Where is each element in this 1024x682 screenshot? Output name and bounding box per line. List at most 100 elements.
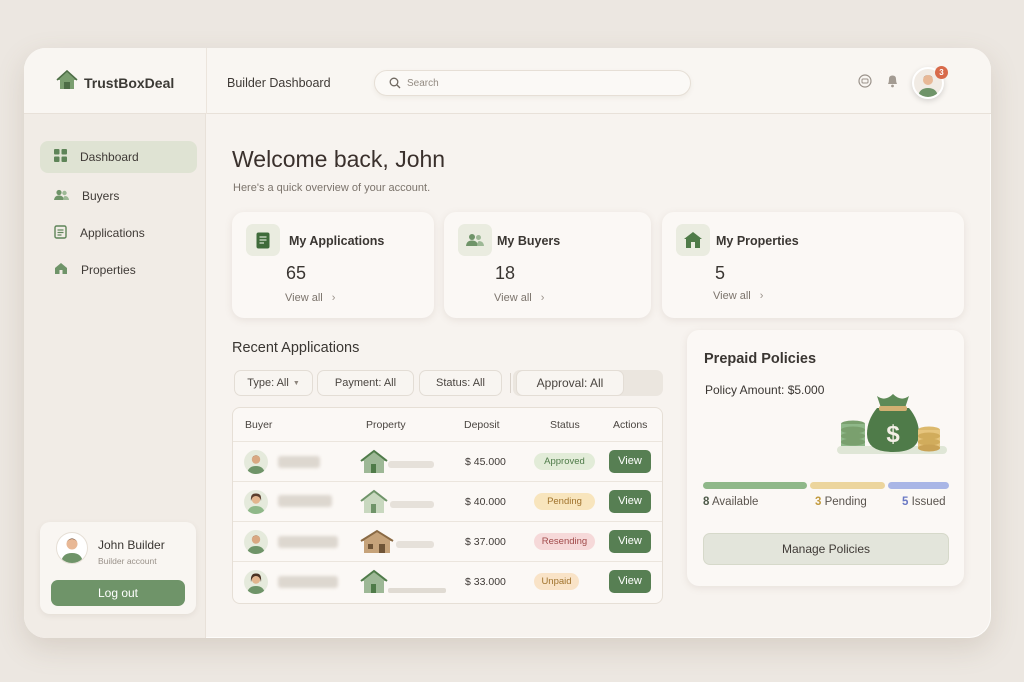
page-title: Builder Dashboard	[227, 76, 331, 90]
users-icon	[54, 189, 69, 204]
table-row[interactable]: $ 37.000 Resending View	[233, 521, 662, 561]
prepaid-policies-card: Prepaid Policies Policy Amount: $5.000 $	[687, 330, 964, 586]
available-bar	[703, 482, 807, 489]
filter-type[interactable]: Type: All ▼	[234, 370, 313, 396]
search-icon	[389, 76, 401, 94]
bell-icon[interactable]	[886, 74, 899, 93]
search-input[interactable]	[407, 75, 677, 91]
issued-bar	[888, 482, 949, 489]
user-role: Builder account	[98, 556, 157, 566]
filter-status[interactable]: Status: All	[419, 370, 502, 396]
policy-amount: Policy Amount: $5.000	[705, 383, 825, 397]
manage-policies-button[interactable]: Manage Policies	[703, 533, 949, 565]
buyer-name-redacted	[278, 456, 320, 468]
property-house-icon	[360, 489, 440, 520]
column-header-actions[interactable]: Actions	[613, 419, 647, 431]
stat-value: 5	[715, 263, 726, 283]
sidebar-item-label: Dashboard	[80, 150, 139, 164]
sidebar-item-label: Properties	[81, 263, 136, 277]
message-icon[interactable]	[858, 74, 872, 93]
column-header-status[interactable]: Status	[550, 419, 580, 431]
deposit-value: $ 33.000	[465, 576, 506, 588]
column-header-property[interactable]: Property	[366, 419, 406, 431]
table-row[interactable]: $ 33.000 Unpaid View	[233, 561, 662, 601]
avatar	[56, 532, 88, 564]
user-card: John Builder Builder account Log out	[40, 522, 196, 614]
buyer-name-redacted	[278, 576, 338, 588]
stat-card-applications[interactable]: My Applications 65 View all ›	[232, 212, 434, 318]
column-header-deposit[interactable]: Deposit	[464, 419, 500, 431]
property-house-icon	[360, 449, 440, 480]
sidebar-item-properties[interactable]: Properties	[40, 254, 197, 286]
view-button[interactable]: View	[609, 530, 651, 553]
sidebar-item-label: Buyers	[82, 189, 120, 203]
column-header-buyer[interactable]: Buyer	[245, 419, 272, 431]
buyer-avatar	[244, 570, 268, 594]
welcome-subtitle: Here's a quick overview of your account.	[233, 182, 431, 194]
sidebar-item-label: Applications	[80, 226, 145, 240]
status-badge: Unpaid	[534, 573, 579, 590]
pending-bar	[810, 482, 885, 489]
stat-label: My Buyers	[497, 234, 561, 248]
property-house-icon	[360, 569, 450, 600]
stat-value: 65	[286, 263, 307, 283]
deposit-value: $ 45.000	[465, 456, 506, 468]
buyer-name-redacted	[278, 536, 338, 548]
logo[interactable]: TrustBoxDeal	[56, 69, 175, 95]
app-window: TrustBoxDeal Builder Dashboard 3 Dashboa…	[24, 48, 991, 638]
issued-count: 5 Issued	[902, 496, 946, 508]
pending-count: 3 Pending	[815, 496, 867, 508]
logo-house-icon	[56, 69, 78, 95]
grid-icon	[54, 149, 67, 165]
notification-badge: 3	[935, 66, 948, 79]
user-name: John Builder	[98, 538, 165, 552]
buyer-avatar	[244, 490, 268, 514]
deposit-value: $ 37.000	[465, 536, 506, 548]
filter-approval[interactable]: Approval: All	[516, 370, 624, 396]
view-button[interactable]: View	[609, 570, 651, 593]
divider	[510, 373, 511, 393]
view-all-link[interactable]: View all ›	[494, 292, 544, 304]
stat-value: 18	[495, 263, 516, 283]
view-all-link[interactable]: View all ›	[285, 292, 335, 304]
property-house-icon	[360, 529, 440, 560]
status-badge: Approved	[534, 453, 595, 470]
clipboard-icon	[246, 224, 280, 256]
stat-card-buyers[interactable]: My Buyers 18 View all ›	[444, 212, 651, 318]
view-button[interactable]: View	[609, 450, 651, 473]
svg-text:$: $	[886, 421, 900, 448]
chevron-right-icon: ›	[759, 290, 764, 302]
status-badge: Pending	[534, 493, 595, 510]
top-bar: TrustBoxDeal Builder Dashboard 3	[24, 48, 991, 114]
buyer-avatar	[244, 530, 268, 554]
table-row[interactable]: $ 45.000 Approved View	[233, 441, 662, 481]
stat-label: My Applications	[289, 234, 385, 248]
document-icon	[54, 224, 67, 242]
welcome-heading: Welcome back, John	[232, 146, 446, 172]
house-icon	[54, 262, 68, 278]
house-icon	[676, 224, 710, 256]
sidebar-item-buyers[interactable]: Buyers	[40, 180, 197, 212]
sidebar-item-applications[interactable]: Applications	[40, 217, 197, 249]
chevron-right-icon: ›	[331, 292, 336, 304]
recent-applications-title: Recent Applications	[232, 340, 360, 356]
sidebar-item-dashboard[interactable]: Dashboard	[40, 141, 197, 173]
status-badge: Resending	[534, 533, 595, 550]
stat-card-properties[interactable]: My Properties 5 View all ›	[662, 212, 964, 318]
policies-title: Prepaid Policies	[704, 351, 817, 367]
app-name: TrustBoxDeal	[84, 74, 175, 91]
view-button[interactable]: View	[609, 490, 651, 513]
deposit-value: $ 40.000	[465, 496, 506, 508]
divider	[206, 48, 207, 114]
available-count: 8 Available	[703, 496, 759, 508]
filter-payment[interactable]: Payment: All	[317, 370, 414, 396]
money-bag-icon: $	[833, 384, 951, 467]
logout-button[interactable]: Log out	[51, 580, 185, 606]
view-all-link[interactable]: View all ›	[713, 290, 763, 302]
applications-table: Buyer Property Deposit Status Actions $ …	[232, 407, 663, 604]
chevron-right-icon: ›	[540, 292, 545, 304]
table-row[interactable]: $ 40.000 Pending View	[233, 481, 662, 521]
buyer-avatar	[244, 450, 268, 474]
chevron-down-icon: ▼	[292, 379, 300, 387]
search-bar[interactable]	[374, 70, 691, 96]
